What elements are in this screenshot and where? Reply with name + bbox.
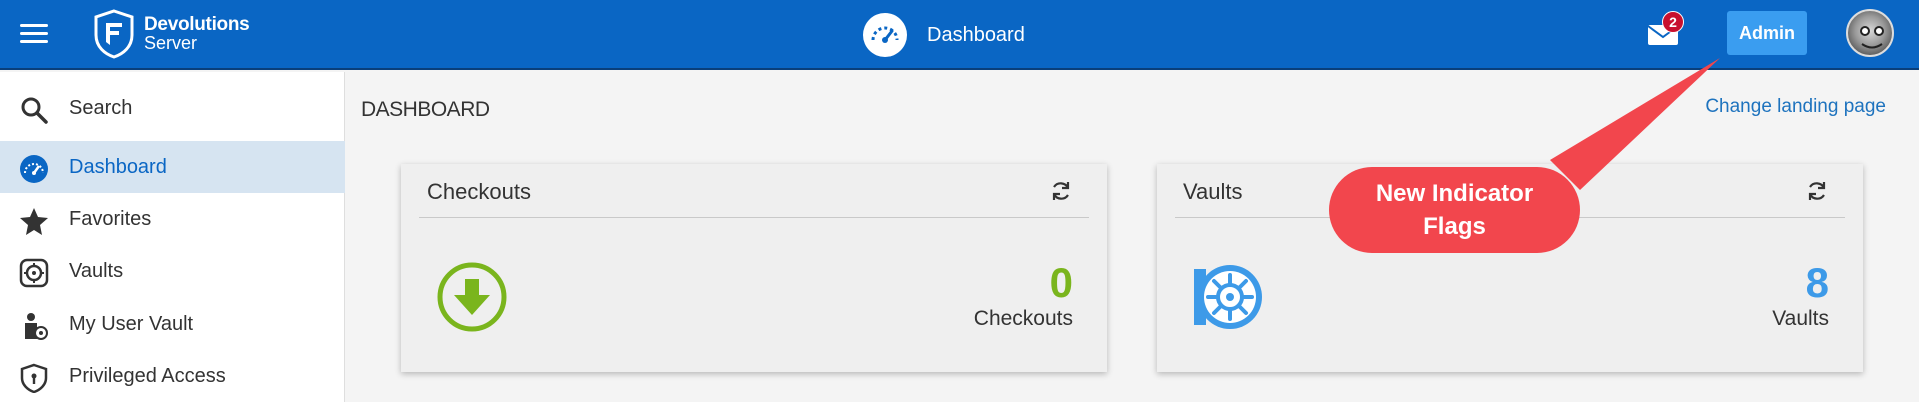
sidebar-item-my-user-vault[interactable]: My User Vault (0, 298, 345, 350)
checkouts-count: 0 (1049, 259, 1073, 306)
brand-name: Devolutions Server (144, 14, 250, 53)
sidebar-item-privileged-access[interactable]: Privileged Access (0, 350, 345, 402)
callout-line2: Flags (1423, 213, 1486, 240)
vaults-caption: Vaults (1772, 307, 1829, 330)
checkouts-card: Checkouts 0 Checkouts (401, 164, 1107, 372)
card-title: Vaults (1183, 179, 1243, 204)
brand-logo[interactable]: Devolutions Server (92, 9, 250, 59)
sidebar-item-dashboard[interactable]: Dashboard (0, 141, 345, 193)
sidebar-item-label: Search (69, 96, 133, 119)
sidebar-item-label: Favorites (69, 207, 152, 230)
sidebar-item-favorites[interactable]: Favorites (0, 193, 345, 245)
page-header-title: Dashboard (927, 23, 1025, 46)
download-circle-icon (437, 262, 507, 332)
checkouts-caption: Checkouts (973, 307, 1073, 330)
change-landing-page-link[interactable]: Change landing page (1705, 96, 1886, 118)
sidebar-item-search[interactable]: Search (0, 82, 345, 134)
header-title-group: Dashboard (863, 13, 1025, 57)
shield-logo-icon (94, 9, 134, 59)
brand-name-line2: Server (144, 33, 198, 53)
vault-wheel-icon (1194, 265, 1262, 329)
top-bar: Devolutions Server Dashboard 2 Admin (0, 0, 1919, 70)
sidebar-item-label: Dashboard (69, 155, 167, 178)
dashboard-gauge-icon (863, 13, 907, 57)
sidebar: Search Dashboard Favorites Vaults My Use… (0, 72, 345, 402)
vaults-count: 8 (1805, 259, 1829, 306)
avatar-face-icon (1860, 26, 1884, 49)
dashboard-gauge-icon (18, 153, 50, 185)
new-indicator-callout: New Indicator Flags (1329, 167, 1580, 253)
star-icon (18, 205, 50, 237)
admin-button[interactable]: Admin (1727, 11, 1807, 55)
vault-icon (18, 257, 50, 289)
shield-icon (18, 362, 50, 394)
page-title: DASHBOARD (361, 98, 490, 121)
menu-icon[interactable] (20, 24, 48, 44)
refresh-icon[interactable] (1805, 179, 1829, 203)
user-vault-icon (18, 310, 50, 342)
callout-line1: New Indicator (1375, 180, 1534, 207)
sidebar-item-label: My User Vault (69, 312, 194, 335)
user-avatar[interactable] (1846, 9, 1894, 57)
sidebar-item-vaults[interactable]: Vaults (0, 245, 345, 297)
card-header: Checkouts (419, 164, 1089, 218)
notification-badge: 2 (1662, 11, 1684, 33)
card-title: Checkouts (427, 179, 531, 204)
refresh-icon[interactable] (1049, 179, 1073, 203)
sidebar-item-label: Privileged Access (69, 364, 226, 387)
main-content: DASHBOARD Change landing page Checkouts … (346, 72, 1919, 402)
sidebar-item-label: Vaults (69, 259, 124, 282)
search-icon (18, 94, 50, 126)
brand-name-line1: Devolutions (144, 14, 250, 35)
